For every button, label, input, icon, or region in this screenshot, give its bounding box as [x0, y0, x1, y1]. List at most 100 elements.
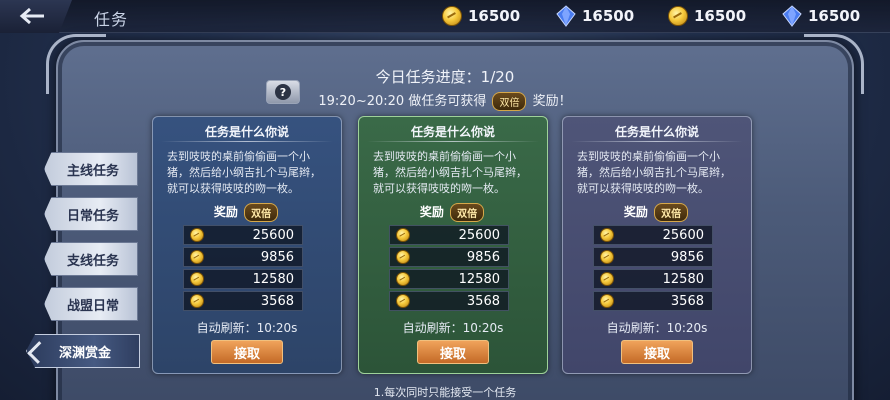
currency-gold-1[interactable]: 16500	[442, 4, 520, 28]
currency-gold-2[interactable]: 16500	[668, 4, 746, 28]
double-badge: 双倍	[492, 92, 527, 111]
double-badge: 双倍	[450, 203, 485, 222]
divider	[367, 141, 539, 142]
gold-coin-icon	[190, 250, 204, 264]
gold-coin-icon	[668, 6, 688, 26]
reward-amount: 25600	[252, 227, 294, 243]
reward-row: 12580	[593, 269, 713, 289]
rules-footnote: 1.每次同时只能接受一个任务	[373, 386, 517, 399]
auto-refresh: 自动刷新：10:20s	[563, 319, 751, 336]
top-bar: 任务 16500 16500 16500 16500	[0, 0, 890, 33]
gold-coin-icon	[190, 228, 204, 242]
currency-gem-1[interactable]: 16500	[556, 4, 634, 28]
reward-amount: 9856	[670, 249, 704, 265]
gold-coin-icon	[600, 250, 614, 264]
currency-value: 16500	[694, 7, 747, 25]
reward-row: 9856	[183, 247, 303, 267]
double-reward-notice: 19:20~20:20 做任务可获得 双倍 奖励！	[0, 90, 890, 111]
double-reward-time: 19:20~20:20	[318, 94, 405, 109]
gold-coin-icon	[396, 250, 410, 264]
currency-value: 16500	[808, 7, 861, 25]
currency-gem-2[interactable]: 16500	[782, 4, 860, 28]
reward-heading: 奖励 双倍	[563, 203, 751, 222]
refresh-label: 自动刷新：	[402, 321, 463, 335]
double-badge: 双倍	[244, 203, 279, 222]
double-reward-suffix: 奖励！	[532, 94, 572, 109]
reward-row: 3568	[389, 291, 509, 311]
reward-label: 奖励	[623, 205, 648, 219]
reward-amount: 12580	[662, 271, 704, 287]
task-card-title: 任务是什么你说	[204, 125, 289, 139]
divider	[161, 141, 333, 142]
gold-coin-icon	[190, 272, 204, 286]
task-card-3[interactable]: 任务是什么你说 去到吱吱的桌前偷偷画一个小猪，然后给小纲吉扎个马尾辫，就可以获得…	[562, 116, 752, 374]
divider	[571, 141, 743, 142]
reward-list: 25600 9856 12580 3568	[389, 225, 509, 313]
tab-daily-quest[interactable]: 日常任务	[44, 197, 138, 231]
reward-row: 12580	[389, 269, 509, 289]
double-reward-prefix: 做任务可获得	[408, 94, 487, 109]
reward-amount: 3568	[670, 293, 704, 309]
back-arrow-icon	[19, 7, 44, 25]
reward-row: 9856	[389, 247, 509, 267]
reward-amount: 25600	[662, 227, 704, 243]
task-card-description: 去到吱吱的桌前偷偷画一个小猪，然后给小纲吉扎个马尾辫，就可以获得吱吱的吻一枚。	[373, 150, 527, 195]
reward-row: 3568	[593, 291, 713, 311]
task-card-title: 任务是什么你说	[614, 125, 699, 139]
reward-amount: 9856	[260, 249, 294, 265]
reward-heading: 奖励 双倍	[153, 203, 341, 222]
tab-label: 深渊赏金	[58, 345, 111, 361]
gold-coin-icon	[600, 228, 614, 242]
blue-gem-icon	[782, 5, 802, 27]
daily-progress: 今日任务进度：1/20	[375, 68, 515, 86]
refresh-label: 自动刷新：	[606, 321, 667, 335]
currency-value: 16500	[468, 7, 521, 25]
reward-amount: 12580	[458, 271, 500, 287]
gold-coin-icon	[600, 294, 614, 308]
refresh-time: 10:20s	[462, 321, 504, 335]
reward-amount: 25600	[458, 227, 500, 243]
reward-list: 25600 9856 12580 3568	[593, 225, 713, 313]
reward-label: 奖励	[419, 205, 444, 219]
tab-alliance-daily[interactable]: 战盟日常	[44, 287, 138, 321]
blue-gem-icon	[556, 5, 576, 27]
back-button[interactable]	[0, 0, 72, 33]
reward-list: 25600 9856 12580 3568	[183, 225, 303, 313]
reward-row: 25600	[389, 225, 509, 245]
accept-button[interactable]: 接取	[417, 340, 489, 364]
currency-value: 16500	[582, 7, 635, 25]
reward-row: 25600	[593, 225, 713, 245]
gold-coin-icon	[600, 272, 614, 286]
accept-button[interactable]: 接取	[211, 340, 283, 364]
gold-coin-icon	[190, 294, 204, 308]
accept-button[interactable]: 接取	[621, 340, 693, 364]
tab-abyss-bounty[interactable]: 深渊赏金	[26, 334, 140, 368]
reward-row: 12580	[183, 269, 303, 289]
gold-coin-icon	[396, 272, 410, 286]
refresh-time: 10:20s	[256, 321, 298, 335]
double-badge: 双倍	[654, 203, 689, 222]
tab-side-quest[interactable]: 支线任务	[44, 242, 138, 276]
gold-coin-icon	[442, 6, 462, 26]
reward-amount: 3568	[260, 293, 294, 309]
reward-amount: 3568	[466, 293, 500, 309]
task-card-description: 去到吱吱的桌前偷偷画一个小猪，然后给小纲吉扎个马尾辫，就可以获得吱吱的吻一枚。	[167, 150, 321, 195]
reward-row: 25600	[183, 225, 303, 245]
reward-row: 3568	[183, 291, 303, 311]
task-card-title: 任务是什么你说	[410, 125, 495, 139]
reward-label: 奖励	[213, 205, 238, 219]
tab-main-quest[interactable]: 主线任务	[44, 152, 138, 186]
auto-refresh: 自动刷新：10:20s	[359, 319, 547, 336]
page-title: 任务	[94, 10, 129, 29]
task-card-description: 去到吱吱的桌前偷偷画一个小猪，然后给小纲吉扎个马尾辫，就可以获得吱吱的吻一枚。	[577, 150, 731, 195]
refresh-label: 自动刷新：	[196, 321, 257, 335]
refresh-time: 10:20s	[666, 321, 708, 335]
reward-amount: 9856	[466, 249, 500, 265]
gold-coin-icon	[396, 228, 410, 242]
auto-refresh: 自动刷新：10:20s	[153, 319, 341, 336]
reward-row: 9856	[593, 247, 713, 267]
task-card-1[interactable]: 任务是什么你说 去到吱吱的桌前偷偷画一个小猪，然后给小纲吉扎个马尾辫，就可以获得…	[152, 116, 342, 374]
reward-heading: 奖励 双倍	[359, 203, 547, 222]
gold-coin-icon	[396, 294, 410, 308]
task-card-2[interactable]: 任务是什么你说 去到吱吱的桌前偷偷画一个小猪，然后给小纲吉扎个马尾辫，就可以获得…	[358, 116, 548, 374]
